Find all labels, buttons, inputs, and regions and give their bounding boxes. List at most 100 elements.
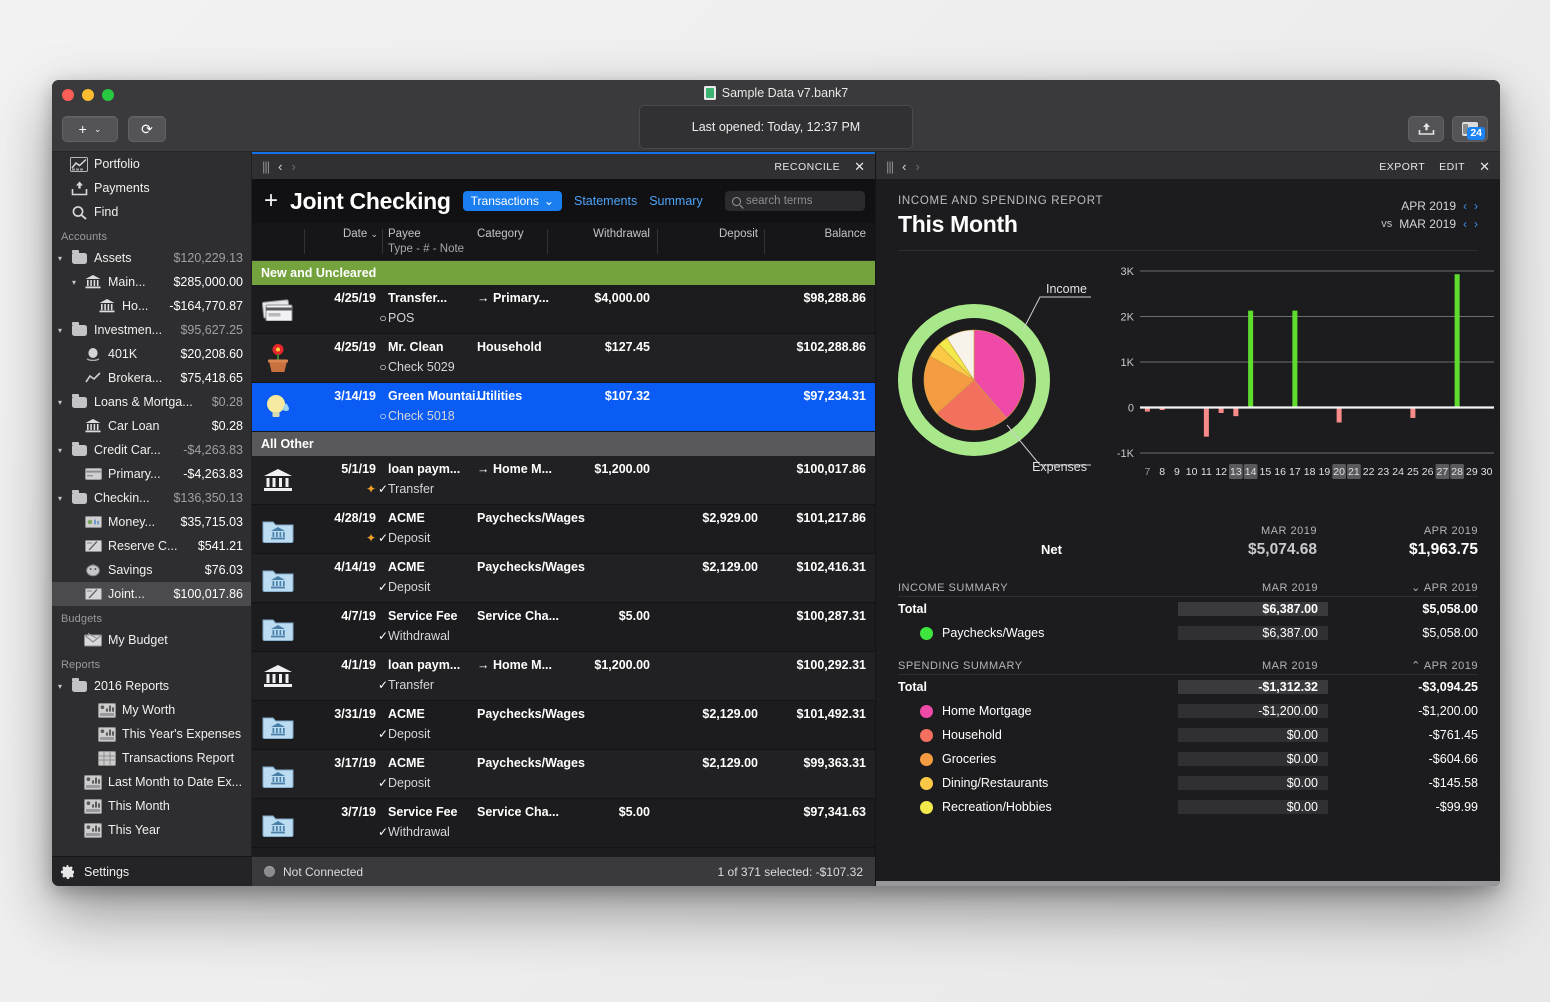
sidebar-account-credit-car[interactable]: ▾ Credit Car... -$4,263.83: [52, 438, 251, 462]
spending-col2-header[interactable]: ⌃ APR 2019: [1328, 659, 1478, 672]
refresh-button[interactable]: ⟳: [128, 116, 166, 142]
spending-row[interactable]: Recreation/Hobbies $0.00 -$99.99: [898, 795, 1478, 819]
table-row[interactable]: 4/28/19 ACME Paychecks/Wages $2,929.00 $101,…: [252, 505, 875, 554]
sidebar-item-find[interactable]: ▾Find: [52, 200, 251, 224]
income-row[interactable]: Total $6,387.00 $5,058.00: [898, 597, 1478, 621]
spending-row[interactable]: Groceries $0.00 -$604.66: [898, 747, 1478, 771]
prev-period-icon[interactable]: ‹: [1463, 199, 1467, 213]
disclosure-triangle-icon[interactable]: ▾: [58, 326, 69, 335]
sidebar-settings-item[interactable]: Settings: [52, 856, 251, 886]
sidebar-report-my-worth[interactable]: My Worth: [52, 698, 251, 722]
spending-label: Recreation/Hobbies: [942, 800, 1052, 814]
sidebar-account-reserve-c[interactable]: Reserve C... $541.21: [52, 534, 251, 558]
sidebar-account-money[interactable]: Money... $35,715.03: [52, 510, 251, 534]
category-color-dot-icon: [920, 800, 933, 814]
sidebar-report-transactions-report[interactable]: Transactions Report: [52, 746, 251, 770]
sidebar-report-this-year[interactable]: This Year: [52, 818, 251, 842]
back-icon[interactable]: ‹: [278, 159, 282, 174]
sidebar-budget-my-budget[interactable]: My Budget: [52, 628, 251, 652]
table-row[interactable]: 3/14/19 Green Mountai... Utilities $107.32 $…: [252, 383, 875, 432]
reconcile-button[interactable]: RECONCILE: [774, 161, 840, 173]
sidebar-account-401k[interactable]: 401K $20,208.60: [52, 342, 251, 366]
col-balance[interactable]: Balance: [824, 228, 866, 240]
forward-icon[interactable]: ›: [291, 159, 295, 174]
calendar-button[interactable]: 24: [1452, 116, 1488, 142]
grip-icon[interactable]: |||: [262, 159, 270, 174]
document-title-text: Sample Data v7.bank7: [721, 86, 849, 100]
disclosure-triangle-icon[interactable]: ▾: [58, 398, 69, 407]
col-date[interactable]: Date: [343, 228, 367, 240]
disclosure-triangle-icon[interactable]: ▾: [58, 494, 69, 503]
next-period-icon[interactable]: ›: [1474, 199, 1478, 213]
sidebar-account-brokera[interactable]: Brokera... $75,418.65: [52, 366, 251, 390]
sidebar-account-investmen[interactable]: ▾ Investmen... $95,627.25: [52, 318, 251, 342]
register-pane: ||| ‹ › RECONCILE ✕ + Joint Checking Tra…: [252, 152, 876, 886]
upload-button[interactable]: [1408, 116, 1444, 142]
sidebar-report-2016-reports[interactable]: ▾ 2016 Reports: [52, 674, 251, 698]
sidebar-report-this-year-s-expenses[interactable]: This Year's Expenses: [52, 722, 251, 746]
spending-row[interactable]: Dining/Restaurants $0.00 -$145.58: [898, 771, 1478, 795]
sidebar-report-last-month-to-date-ex[interactable]: Last Month to Date Ex...: [52, 770, 251, 794]
sidebar-item-payments[interactable]: ▾Payments: [52, 176, 251, 200]
disclosure-triangle-icon[interactable]: ▾: [58, 254, 69, 263]
report-primary-date[interactable]: APR 2019 ‹ ›: [1381, 197, 1478, 215]
table-row[interactable]: 4/14/19 ACME Paychecks/Wages $2,129.00 $102,…: [252, 554, 875, 603]
add-transaction-button[interactable]: +: [264, 189, 278, 213]
back-icon[interactable]: ‹: [902, 159, 906, 174]
spending-row[interactable]: Home Mortgage -$1,200.00 -$1,200.00: [898, 699, 1478, 723]
table-row[interactable]: 4/25/19 Transfer... → Primary... $4,000.00 $…: [252, 285, 875, 334]
transaction-withdrawal: $4,000.00: [594, 291, 650, 305]
prev-compare-icon[interactable]: ‹: [1463, 217, 1467, 231]
sidebar-account-loans-mortga[interactable]: ▾ Loans & Mortga... $0.28: [52, 390, 251, 414]
sidebar-report-this-month[interactable]: This Month: [52, 794, 251, 818]
export-button[interactable]: EXPORT: [1379, 161, 1425, 173]
transaction-balance: $100,017.86: [796, 462, 866, 476]
grip-icon[interactable]: |||: [886, 159, 894, 174]
close-register-icon[interactable]: ✕: [854, 159, 865, 175]
sidebar-account-ho[interactable]: Ho... -$164,770.87: [52, 294, 251, 318]
table-row[interactable]: 3/7/19 Service Fee Service Cha... $5.00 $97,…: [252, 799, 875, 848]
folder-icon: [69, 322, 89, 336]
tab-summary[interactable]: Summary: [649, 194, 702, 208]
income-row[interactable]: Paychecks/Wages $6,387.00 $5,058.00: [898, 621, 1478, 645]
sidebar-account-joint[interactable]: Joint... $100,017.86: [52, 582, 251, 606]
table-row[interactable]: 4/25/19 Mr. Clean Household $127.45 $102,288…: [252, 334, 875, 383]
table-row[interactable]: 5/1/19 loan paym... → Home M... $1,200.00 $1…: [252, 456, 875, 505]
sidebar-account-main[interactable]: ▾ Main... $285,000.00: [52, 270, 251, 294]
next-compare-icon[interactable]: ›: [1474, 217, 1478, 231]
report-compare-date[interactable]: vs MAR 2019 ‹ ›: [1381, 215, 1478, 233]
income-col1-header[interactable]: MAR 2019: [1178, 582, 1328, 594]
sidebar-item-portfolio[interactable]: ▾Portfolio: [52, 152, 251, 176]
bar: [1292, 310, 1298, 408]
sidebar-account-primary[interactable]: Primary... -$4,263.83: [52, 462, 251, 486]
disclosure-triangle-icon[interactable]: ▾: [58, 682, 69, 691]
spending-col2: -$1,200.00: [1418, 704, 1478, 718]
disclosure-triangle-icon[interactable]: ▾: [72, 278, 83, 287]
col-payee[interactable]: Payee: [388, 228, 421, 240]
table-row[interactable]: 3/17/19 ACME Paychecks/Wages $2,129.00 $99,3…: [252, 750, 875, 799]
disclosure-triangle-icon[interactable]: ▾: [58, 446, 69, 455]
compare-prefix: vs: [1381, 218, 1393, 230]
tab-statements[interactable]: Statements: [574, 194, 637, 208]
sidebar-account-assets[interactable]: ▾ Assets $120,229.13: [52, 246, 251, 270]
spending-col1-header[interactable]: MAR 2019: [1178, 660, 1328, 672]
forward-icon[interactable]: ›: [915, 159, 919, 174]
edit-button[interactable]: EDIT: [1439, 161, 1465, 173]
table-row[interactable]: 4/1/19 loan paym... → Home M... $1,200.00 $1…: [252, 652, 875, 701]
add-button[interactable]: + ⌄: [62, 116, 118, 142]
col-withdrawal[interactable]: Withdrawal: [593, 228, 650, 240]
spending-row[interactable]: Household $0.00 -$761.45: [898, 723, 1478, 747]
col-category[interactable]: Category: [477, 228, 524, 240]
spending-row[interactable]: Total -$1,312.32 -$3,094.25: [898, 675, 1478, 699]
search-input[interactable]: search terms: [725, 191, 865, 211]
tab-transactions[interactable]: Transactions ⌄: [462, 191, 562, 211]
sidebar-account-checkin[interactable]: ▾ Checkin... $136,350.13: [52, 486, 251, 510]
table-row[interactable]: 4/7/19 Service Fee Service Cha... $5.00 $100…: [252, 603, 875, 652]
sidebar-account-savings[interactable]: Savings $76.03: [52, 558, 251, 582]
close-report-icon[interactable]: ✕: [1479, 159, 1490, 175]
sidebar-account-car-loan[interactable]: Car Loan $0.28: [52, 414, 251, 438]
table-row[interactable]: 3/31/19 ACME Paychecks/Wages $2,129.00 $101,…: [252, 701, 875, 750]
income-col2-header[interactable]: ⌄ APR 2019: [1328, 581, 1478, 594]
col-deposit[interactable]: Deposit: [719, 228, 758, 240]
flower-pot-icon: [252, 334, 304, 382]
